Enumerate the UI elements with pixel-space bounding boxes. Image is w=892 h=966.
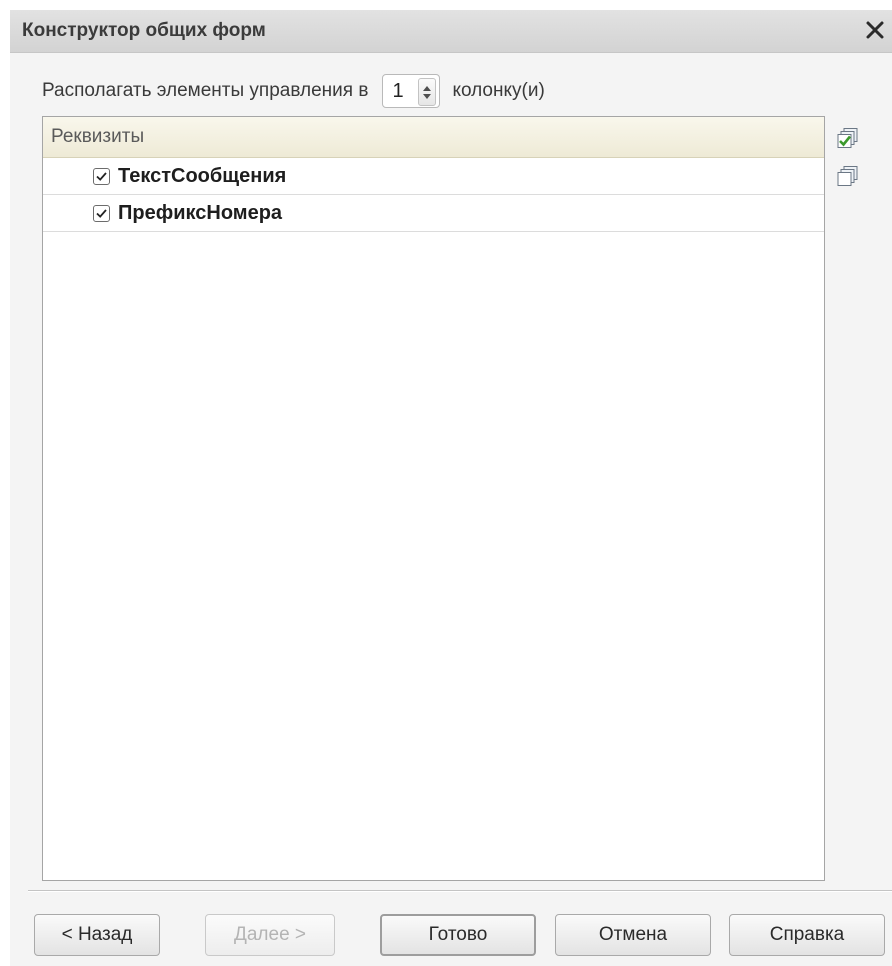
title-bar[interactable]: Конструктор общих форм [10,10,892,53]
checkmark-icon [96,171,107,181]
back-button[interactable]: < Назад [34,914,160,956]
attribute-checkbox[interactable] [93,204,110,222]
next-button[interactable]: Далее > [205,914,335,956]
list-item[interactable]: ПрефиксНомера [43,195,824,232]
attributes-header-label: Реквизиты [51,126,145,147]
footer-separator [28,890,892,892]
list-item[interactable]: ТекстСообщения [43,158,824,195]
attributes-list[interactable]: Реквизиты ТекстСообщения ПрефиксНомера [42,116,825,881]
attribute-label: ТекстСообщения [118,164,287,187]
attribute-label: ПрефиксНомера [118,201,283,224]
check-all-button[interactable] [835,126,861,152]
check-all-icon [837,128,858,148]
columns-label-after: колонку(и) [452,80,545,101]
attributes-list-header: Реквизиты [43,117,824,158]
uncheck-all-button[interactable] [835,164,861,190]
close-button[interactable] [858,14,892,46]
attribute-checkbox[interactable] [93,167,110,185]
columns-setting-row: Располагать элементы управления в 1 коло… [42,71,545,111]
checkmark-icon [96,208,107,218]
columns-label-before: Располагать элементы управления в [42,80,369,101]
dialog-title: Конструктор общих форм [22,20,266,41]
spinner-down-icon[interactable] [423,93,432,99]
spinner-arrows[interactable] [418,78,437,106]
cancel-button[interactable]: Отмена [555,914,711,956]
finish-button[interactable]: Готово [380,914,536,956]
help-button[interactable]: Справка [729,914,885,956]
close-icon [866,21,884,39]
columns-spinner[interactable]: 1 [382,74,441,108]
columns-spinner-value[interactable]: 1 [392,80,403,103]
form-constructor-dialog: Конструктор общих форм Располагать элеме… [10,10,892,966]
uncheck-all-icon [837,166,858,186]
spinner-up-icon[interactable] [423,85,432,91]
